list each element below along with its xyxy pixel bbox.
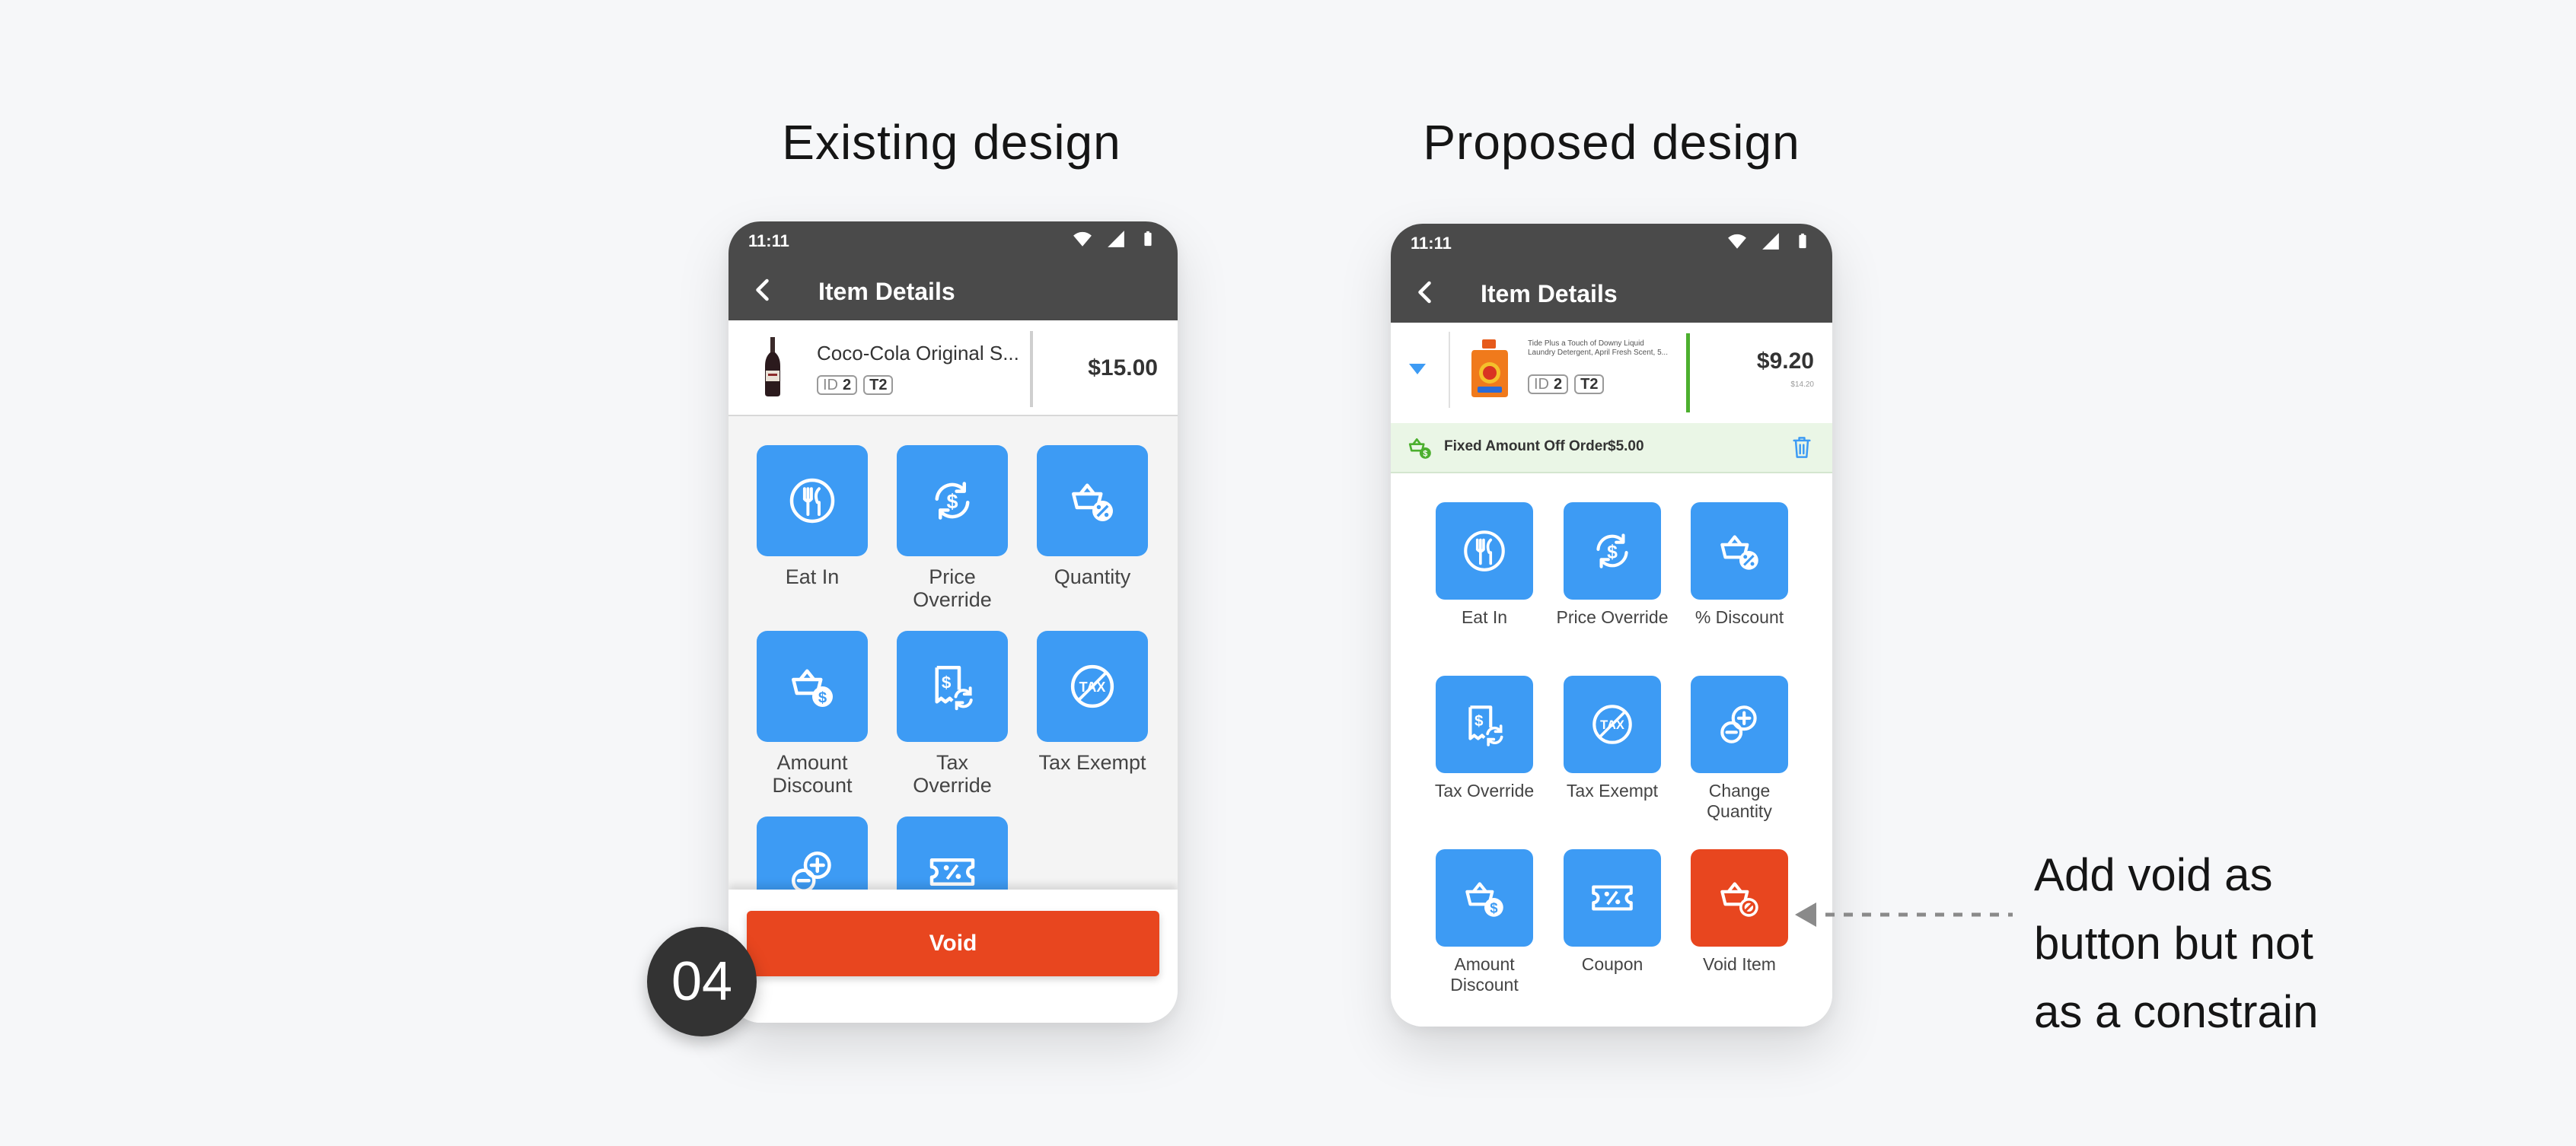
annotation-arrow-icon [1795,902,2013,927]
change-quantity-icon [1714,699,1765,750]
actions-grid: Eat In Price Override Quantity Amount Di… [728,416,1178,928]
basket-percent-icon [1714,526,1765,576]
annotation-text: Add void as button but not as a constrai… [2034,841,2319,1046]
chevron-down-icon[interactable] [1408,362,1427,376]
tax-chip: T2 [863,375,894,395]
annotation-line-1: Add void as [2034,849,2273,900]
item-original-price: $14.20 [1790,380,1814,389]
discount-label: Fixed Amount Off Order [1444,438,1608,454]
tile-coupon[interactable]: Coupon [1548,849,1677,975]
tile-price-override[interactable]: Price Override [890,445,1015,611]
back-arrow-icon[interactable] [1412,279,1439,306]
tile-eat-in[interactable]: Eat In [750,445,875,588]
back-arrow-icon[interactable] [750,276,777,304]
tile-amount-discount[interactable]: Amount Discount [750,631,875,797]
existing-design-heading: Existing design [782,115,1121,170]
tile-tax-override[interactable]: Tax Override [1427,676,1541,801]
basket-dollar-icon [1459,873,1510,923]
tile-void-item[interactable]: Void Item [1677,849,1802,975]
item-name: Tide Plus a Touch of Downy Liquid Laundr… [1528,339,1668,357]
price-override-icon [925,473,980,528]
app-bar: Item Details [728,259,1178,320]
annotation-line-2: button but not [2034,918,2313,969]
item-price: $9.20 [1756,349,1814,374]
page-title: Item Details [818,278,955,305]
status-bar: 11:11 [728,221,1178,259]
existing-phone: 11:11 Item Details Coco-Cola Original S.… [728,221,1178,1023]
tile-tax-override[interactable]: Tax Override [890,631,1015,797]
void-button[interactable]: Void [747,911,1159,976]
tile-quantity[interactable]: Quantity [1030,445,1155,588]
annotation-line-3: as a constrain [2034,986,2319,1037]
signal-icon [1761,231,1781,251]
basket-percent-icon [1065,473,1120,528]
wifi-icon [1727,231,1747,251]
item-price: $15.00 [1088,355,1158,380]
page-title: Item Details [1481,280,1618,307]
wifi-icon [1073,229,1092,249]
bottom-panel: Void [728,890,1178,1023]
item-row[interactable]: Coco-Cola Original S... ID 2 T2 $15.00 [728,320,1178,416]
signal-icon [1106,229,1126,249]
tile-amount-discount[interactable]: Amount Discount [1427,849,1541,995]
price-override-icon [1587,526,1637,576]
tax-exempt-icon [1587,699,1637,750]
void-item-icon [1714,873,1765,923]
tax-chip: T2 [1574,374,1605,394]
step-number-badge: 04 [647,927,757,1036]
status-time: 11:11 [1411,234,1452,253]
item-row[interactable]: Tide Plus a Touch of Downy Liquid Laundr… [1391,323,1832,417]
eat-in-icon [1459,526,1510,576]
tile-tax-exempt[interactable]: Tax Exempt [1030,631,1155,774]
basket-dollar-icon [785,659,840,714]
trash-icon[interactable] [1791,435,1812,460]
tax-exempt-icon [1065,659,1120,714]
actions-grid: Eat In Price Override % Discount Tax Ove… [1391,473,1832,1027]
item-name: Coco-Cola Original S... [817,342,1019,364]
battery-icon [1794,231,1811,251]
item-chips: ID 2 T2 [1528,374,1610,394]
id-chip: ID 2 [817,375,858,395]
eat-in-icon [785,473,840,528]
tile-eat-in[interactable]: Eat In [1427,502,1541,628]
status-time: 11:11 [748,231,789,250]
tile-percent-discount[interactable]: % Discount [1677,502,1802,628]
tile-change-quantity[interactable]: Change Quantity [1677,676,1802,822]
tile-price-override[interactable]: Price Override [1548,502,1677,628]
id-chip: ID 2 [1528,374,1569,394]
applied-discount-row: $ Fixed Amount Off Order $5.00 [1391,423,1832,473]
tax-override-icon [1459,699,1510,750]
detergent-bottle-icon [1471,339,1508,397]
tax-override-icon [925,659,980,714]
tile-tax-exempt[interactable]: Tax Exempt [1548,676,1677,801]
discount-amount: $5.00 [1608,438,1644,454]
coupon-icon [1587,873,1637,923]
wine-bottle-icon [765,337,780,396]
basket-dollar-green-icon: $ [1408,438,1431,459]
status-bar: 11:11 [1391,224,1832,262]
row-divider [1030,331,1033,407]
discount-indicator-bar [1686,333,1690,412]
proposed-design-heading: Proposed design [1423,115,1800,170]
app-bar: Item Details [1391,262,1832,323]
row-divider [1449,332,1450,408]
proposed-phone: 11:11 Item Details Tide Plus a Touch of … [1391,224,1832,1027]
battery-icon [1140,229,1156,249]
item-chips: ID 2 T2 [817,375,899,395]
svg-text:$: $ [1423,450,1427,459]
